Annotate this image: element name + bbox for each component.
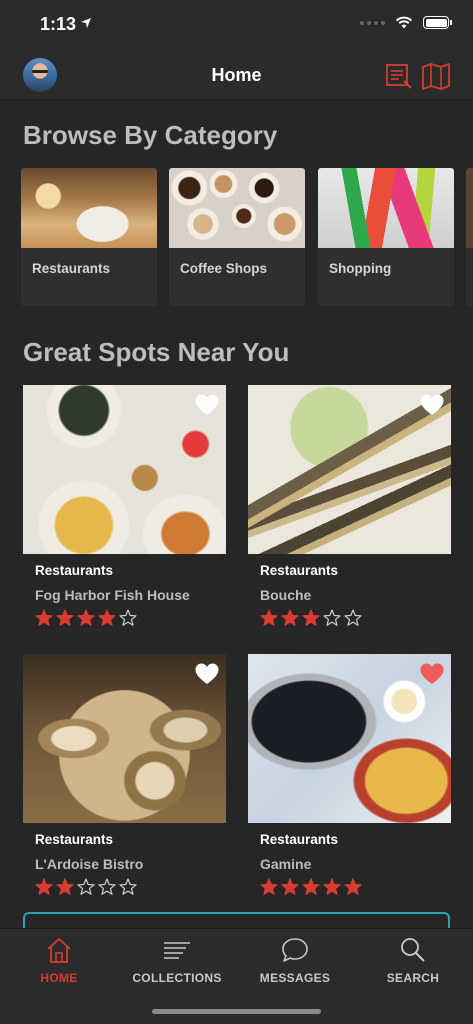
star-filled-icon: [260, 609, 278, 626]
star-filled-icon: [281, 609, 299, 626]
tab-label: SEARCH: [386, 971, 440, 985]
category-card-partial[interactable]: [466, 168, 473, 306]
map-icon[interactable]: [421, 62, 451, 90]
category-image: [466, 168, 473, 248]
category-card-coffee-shops[interactable]: Coffee Shops: [169, 168, 305, 306]
star-empty-icon: [119, 609, 137, 626]
tab-label: MESSAGES: [259, 971, 331, 985]
star-filled-icon: [35, 609, 53, 626]
list-icon[interactable]: [385, 62, 413, 90]
heart-icon[interactable]: [419, 393, 445, 422]
star-filled-icon: [56, 878, 74, 895]
wifi-icon: [395, 16, 413, 29]
star-rating: [35, 878, 137, 896]
spot-card[interactable]: Restaurants L'Ardoise Bistro: [23, 654, 226, 899]
heart-icon[interactable]: [194, 662, 220, 691]
heart-icon[interactable]: [194, 393, 220, 422]
spot-category: Restaurants: [35, 832, 114, 847]
spot-category: Restaurants: [260, 563, 339, 578]
status-indicators: [360, 16, 452, 29]
star-empty-icon: [77, 878, 95, 895]
star-empty-icon: [119, 878, 137, 895]
star-filled-icon: [56, 609, 74, 626]
star-filled-icon: [323, 878, 341, 895]
nav-bar: Home: [0, 50, 473, 100]
status-bar: 1:13: [0, 0, 473, 50]
heart-icon[interactable]: [419, 662, 445, 691]
tab-label: COLLECTIONS: [132, 971, 222, 985]
category-image: [318, 168, 454, 248]
spot-name: Fog Harbor Fish House: [35, 587, 190, 603]
great-spots-heading: Great Spots Near You: [23, 337, 290, 367]
star-rating: [35, 609, 137, 627]
star-filled-icon: [344, 878, 362, 895]
star-filled-icon: [281, 878, 299, 895]
location-arrow-icon: [81, 18, 91, 28]
star-empty-icon: [344, 609, 362, 626]
chat-bubble-icon: [282, 938, 308, 962]
category-image: [21, 168, 157, 248]
cellular-signal-icon: [360, 20, 385, 25]
tab-label: HOME: [40, 971, 78, 985]
home-indicator: [152, 1009, 321, 1014]
category-card-shopping[interactable]: Shopping: [318, 168, 454, 306]
category-card-restaurants[interactable]: Restaurants: [21, 168, 157, 306]
category-image: [169, 168, 305, 248]
category-label: Coffee Shops: [180, 261, 268, 276]
spot-name: L'Ardoise Bistro: [35, 856, 144, 872]
star-filled-icon: [35, 878, 53, 895]
star-filled-icon: [77, 609, 95, 626]
tab-collections[interactable]: COLLECTIONS: [118, 935, 236, 985]
tab-home[interactable]: HOME: [0, 935, 118, 985]
spot-card[interactable]: Restaurants Gamine: [248, 654, 451, 899]
spot-card[interactable]: Restaurants Bouche: [248, 385, 451, 630]
star-filled-icon: [98, 609, 116, 626]
star-empty-icon: [323, 609, 341, 626]
collections-icon: [164, 942, 190, 959]
category-label: Restaurants: [32, 261, 111, 276]
category-label: Shopping: [329, 261, 392, 276]
home-icon: [47, 938, 71, 963]
star-rating: [260, 609, 362, 627]
battery-icon: [423, 16, 452, 29]
category-carousel[interactable]: Restaurants Coffee Shops Shopping: [21, 168, 473, 308]
star-filled-icon: [302, 878, 320, 895]
search-icon: [401, 938, 425, 962]
spot-category: Restaurants: [260, 832, 339, 847]
star-filled-icon: [302, 609, 320, 626]
star-empty-icon: [98, 878, 116, 895]
star-filled-icon: [260, 878, 278, 895]
browse-category-heading: Browse By Category: [23, 120, 278, 150]
tab-search[interactable]: SEARCH: [354, 935, 472, 985]
star-rating: [260, 878, 362, 896]
tab-messages[interactable]: MESSAGES: [236, 935, 354, 985]
spot-name: Bouche: [260, 587, 312, 603]
spot-category: Restaurants: [35, 563, 114, 578]
spot-card[interactable]: Restaurants Fog Harbor Fish House: [23, 385, 226, 630]
status-time: 1:13: [40, 14, 77, 34]
spot-name: Gamine: [260, 856, 312, 872]
